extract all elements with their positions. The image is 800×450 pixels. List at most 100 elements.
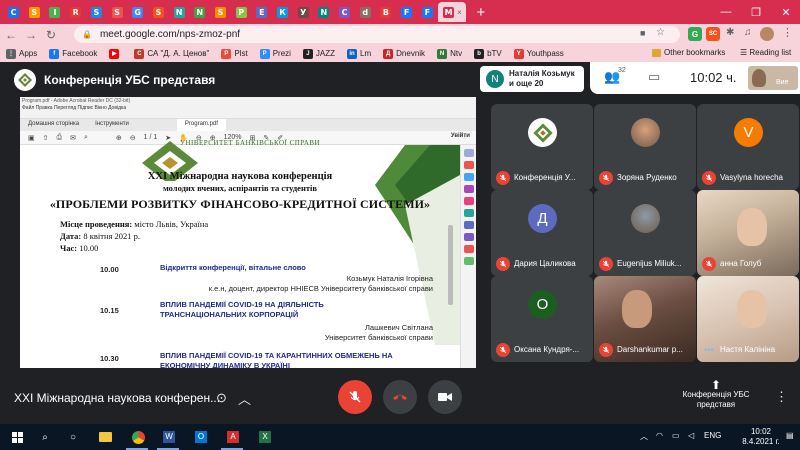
browser-tab[interactable]: S [107,2,126,22]
bookmark-item[interactable]: in Lm [347,48,372,59]
mic-toggle-button[interactable] [338,380,372,414]
lock-icon: 🔒 [82,30,92,39]
browser-tab[interactable]: К [273,2,292,22]
search-icon[interactable]: ⌕ [36,428,54,446]
chat-icon[interactable]: ▭ [648,69,660,85]
browser-tab[interactable]: R [66,2,85,22]
outlook-icon[interactable]: O [192,428,210,446]
system-clock[interactable]: 10:02 8.4.2021 г. [740,427,782,447]
media-icon[interactable]: ♫ [744,27,752,38]
browser-tab[interactable]: B [376,2,395,22]
bookmark-item[interactable]: b bTV [474,48,502,59]
participant-tile[interactable]: Конференція У... [491,104,593,190]
minimize-button[interactable]: — [715,0,737,24]
word-icon[interactable]: W [160,428,178,446]
chrome-icon[interactable] [129,428,147,446]
browser-tab[interactable]: C [4,2,23,22]
browser-tab[interactable]: E [252,2,271,22]
participant-tile[interactable]: Darshankumar р... [594,276,696,362]
browser-tab[interactable]: S [149,2,168,22]
copy-link-icon[interactable]: ⊙ [216,390,227,406]
youthpass-icon: Y [513,48,524,59]
browser-tab[interactable]: N [314,2,333,22]
bookmark-item[interactable]: С СА "Д. А. Ценов" [134,48,209,59]
leave-call-button[interactable] [383,380,417,414]
language-indicator[interactable]: ENG [704,431,721,440]
other-bookmarks[interactable]: Other bookmarks [652,48,725,57]
participant-tile[interactable]: Д Дария Цаликова [491,190,593,276]
browser-tab-active[interactable]: M × [438,2,467,22]
profile-avatar[interactable] [760,27,774,41]
browser-tab[interactable]: S [211,2,230,22]
bookmark-item[interactable]: N Ntv [437,48,462,59]
tab-favicon-icon: S [90,6,102,18]
agenda-time: 10.00 [100,265,119,274]
acrobat-signin: Увійти [450,133,470,139]
browser-tab[interactable]: N [190,2,209,22]
sc-extension-icon[interactable]: SC [706,27,720,41]
bookmark-item[interactable]: Y Youthpass [513,48,564,59]
camera-icon[interactable]: ■ [640,28,645,38]
back-icon[interactable]: ← [2,26,20,44]
browser-tab[interactable]: S [87,2,106,22]
address-bar[interactable]: 🔒 meet.google.com/nps-zmoz-pnf [74,26,680,43]
reading-list[interactable]: ☰ Reading list [740,48,791,57]
extensions-icon[interactable]: ✱ [726,27,734,38]
bookmark-label: Lm [360,49,372,58]
participant-tile[interactable]: V Vasylyna horecha [697,104,799,190]
participant-tile[interactable]: анна Голуб [697,190,799,276]
grammarly-extension-icon[interactable]: G [688,27,702,41]
presentation-indicator[interactable]: ⬆ Конференція УБС представя [670,379,762,410]
reload-icon[interactable]: ↻ [42,26,60,44]
browser-tab[interactable]: P [232,2,251,22]
chevron-up-icon[interactable]: ︿ [238,389,251,408]
self-view[interactable]: Вие [748,66,798,90]
participant-tile[interactable]: ••• Настя Калініна [697,276,799,362]
participant-tile[interactable]: Зоряна Руденко [594,104,696,190]
browser-tab[interactable]: F [397,2,416,22]
browser-tab[interactable]: У [294,2,313,22]
battery-icon[interactable]: ▭ [672,431,680,440]
star-icon[interactable]: ☆ [656,27,665,38]
bookmark-item[interactable]: ⋮ Apps [6,48,37,59]
bookmark-item[interactable]: J JAZZ [302,48,335,59]
reading-list-label: Reading list [749,48,792,57]
bookmark-item[interactable]: f Facebook [49,48,97,59]
excel-icon[interactable]: X [256,428,274,446]
browser-tab[interactable]: S [25,2,44,22]
windows-start-icon[interactable] [8,428,26,446]
bookmark-item[interactable]: Д Dnevnik [383,48,425,59]
doc-place: Місце проведення: місто Львів, Україна [60,219,208,229]
task-view-icon[interactable]: ○ [64,428,82,446]
close-tab-icon[interactable]: × [457,8,462,17]
browser-tab[interactable]: F [418,2,437,22]
file-explorer-icon[interactable] [96,428,114,446]
maximize-button[interactable]: ❐ [745,0,767,24]
browser-tab[interactable]: N [170,2,189,22]
tray-chevron-icon[interactable]: ︿ [640,431,648,442]
bookmark-item[interactable]: P Prezi [259,48,291,59]
browser-tab[interactable]: d [356,2,375,22]
chrome-menu-icon[interactable]: ⋮ [782,26,793,39]
notifications-icon[interactable]: ▤ [786,431,794,440]
presenter-chip[interactable]: N Наталія Козьмук и още 20 [480,66,584,92]
volume-icon[interactable]: ◁ [688,431,694,440]
participant-tile[interactable]: Eugenijus Miliuk... [594,190,696,276]
wifi-icon[interactable]: ◠ [656,431,663,440]
bookmark-item[interactable]: P Plst [221,48,248,59]
next-page-icon: ⊖ [129,134,136,142]
camera-toggle-button[interactable] [428,380,462,414]
browser-tab[interactable]: C [335,2,354,22]
meeting-name: XXI Міжнародна наукова конферен... [14,391,221,405]
tab-favicon-icon: F [401,6,413,18]
acrobat-icon[interactable]: A [224,428,242,446]
bookmark-item[interactable]: ▶ [109,48,122,59]
tab-strip: C S I R S S G S N N S P E К У N Cd B F F M × + [0,0,800,24]
browser-tab[interactable]: I [45,2,64,22]
close-window-button[interactable]: ✕ [775,0,797,24]
participant-tile[interactable]: О Оксана Кундря-... [491,276,593,362]
more-options-icon[interactable]: ⋮ [775,389,788,405]
forward-icon[interactable]: → [22,26,40,44]
browser-tab[interactable]: G [128,2,147,22]
new-tab-button[interactable]: + [472,3,490,21]
